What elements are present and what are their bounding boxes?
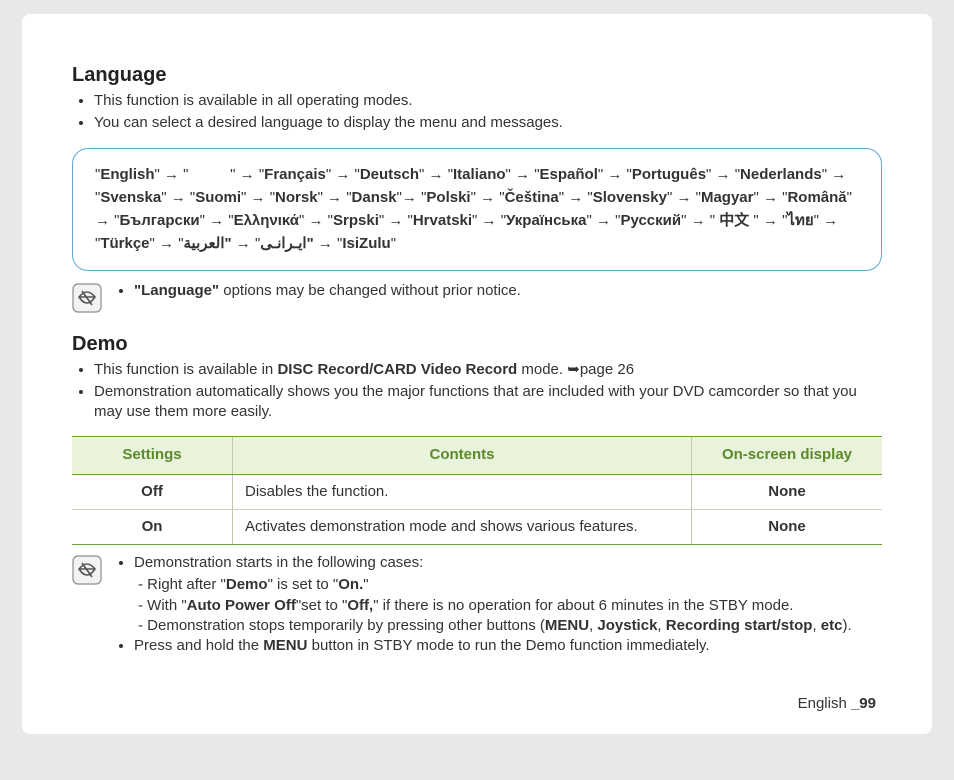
page-footer: English _99: [798, 694, 876, 714]
osd-cell: None: [692, 474, 883, 509]
manual-page: Language This function is available in a…: [22, 14, 932, 734]
demo-note-dash: With "Auto Power Off"set to "Off," if th…: [138, 596, 852, 616]
table-row: Off Disables the function. None: [72, 474, 882, 509]
language-note-body: "Language" options may be changed withou…: [116, 281, 521, 303]
demo-note-body: Demonstration starts in the following ca…: [116, 553, 852, 658]
setting-cell: Off: [72, 474, 233, 509]
setting-cell: On: [72, 509, 233, 544]
table-row: On Activates demonstration mode and show…: [72, 509, 882, 544]
language-bullet: This function is available in all operat…: [94, 91, 882, 111]
demo-bullet: This function is available in DISC Recor…: [94, 360, 882, 380]
language-list-box: "English" → " " → "Français" → "Deutsch"…: [72, 148, 882, 271]
demo-table: Settings Contents On-screen display Off …: [72, 436, 882, 545]
demo-note-item: Press and hold the MENU button in STBY m…: [134, 636, 852, 656]
col-contents: Contents: [233, 437, 692, 474]
page-number: _99: [851, 695, 876, 712]
footer-language: English: [798, 695, 851, 712]
language-note: "Language" options may be changed withou…: [72, 281, 882, 313]
demo-note-dash: Demonstration stops temporarily by press…: [138, 616, 852, 636]
demo-bullets: This function is available in DISC Recor…: [72, 360, 882, 423]
table-header-row: Settings Contents On-screen display: [72, 437, 882, 474]
note-icon: [72, 555, 102, 585]
col-osd: On-screen display: [692, 437, 883, 474]
demo-note-dash: Right after "Demo" is set to "On.": [138, 575, 852, 595]
note-icon: [72, 283, 102, 313]
col-settings: Settings: [72, 437, 233, 474]
demo-note-item: Demonstration starts in the following ca…: [134, 553, 852, 573]
demo-bullet: Demonstration automatically shows you th…: [94, 382, 882, 423]
language-bullets: This function is available in all operat…: [72, 91, 882, 134]
language-bullet: You can select a desired language to dis…: [94, 113, 882, 133]
demo-note: Demonstration starts in the following ca…: [72, 553, 882, 658]
language-note-item: "Language" options may be changed withou…: [134, 281, 521, 301]
osd-cell: None: [692, 509, 883, 544]
content-cell: Activates demonstration mode and shows v…: [233, 509, 692, 544]
content-cell: Disables the function.: [233, 474, 692, 509]
language-heading: Language: [72, 62, 882, 89]
demo-note-dashes: Right after "Demo" is set to "On." With …: [116, 575, 852, 636]
demo-heading: Demo: [72, 331, 882, 358]
